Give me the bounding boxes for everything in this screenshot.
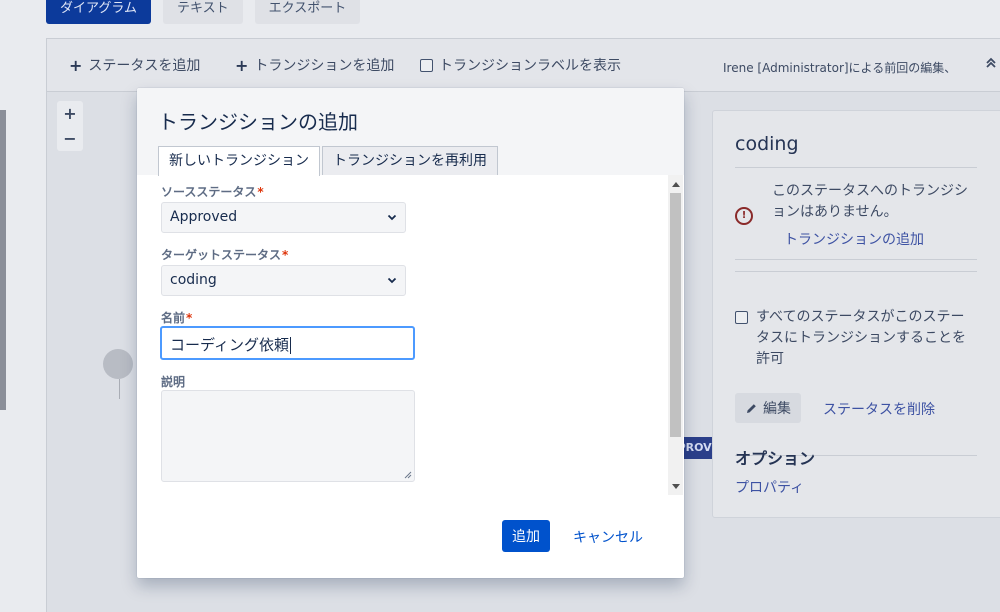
required-asterisk: * — [282, 248, 289, 262]
dialog-scrollbar[interactable] — [668, 175, 683, 495]
chevron-down-icon — [387, 277, 397, 284]
name-input[interactable]: コーディング依頼 — [160, 326, 415, 360]
target-status-value: coding — [170, 272, 217, 288]
chevron-down-icon — [387, 214, 397, 221]
required-asterisk: * — [186, 311, 193, 325]
source-status-value: Approved — [170, 209, 238, 225]
scrollbar-thumb[interactable] — [670, 193, 681, 437]
resize-grip-icon[interactable] — [404, 471, 412, 479]
scroll-down-arrow-icon[interactable] — [672, 484, 680, 489]
tab-new-transition[interactable]: 新しいトランジション — [158, 146, 320, 176]
name-input-value: コーディング依頼 — [170, 334, 291, 355]
dialog-tabs: 新しいトランジション トランジションを再利用 — [158, 146, 498, 176]
name-label-text: 名前 — [161, 311, 186, 325]
add-button[interactable]: 追加 — [502, 520, 550, 552]
add-transition-dialog: トランジションの追加 新しいトランジション トランジションを再利用 ソースステー… — [137, 88, 684, 578]
description-textarea[interactable] — [161, 390, 415, 482]
target-status-label-text: ターゲットステータス — [161, 248, 282, 262]
source-status-label-text: ソースステータス — [161, 185, 257, 199]
dialog-footer: 追加 キャンセル — [137, 495, 684, 578]
name-input-text: コーディング依頼 — [170, 336, 289, 354]
text-caret — [289, 337, 291, 354]
target-status-label: ターゲットステータス* — [161, 246, 288, 263]
cancel-button[interactable]: キャンセル — [573, 527, 643, 547]
description-label: 説明 — [161, 375, 186, 389]
dialog-body: ソースステータス* Approved ターゲットステータス* coding 名前… — [137, 175, 684, 495]
scroll-up-arrow-icon[interactable] — [672, 182, 680, 187]
source-status-label: ソースステータス* — [161, 183, 264, 200]
source-status-select[interactable]: Approved — [161, 202, 406, 233]
tab-reuse-transition[interactable]: トランジションを再利用 — [322, 146, 498, 175]
target-status-select[interactable]: coding — [161, 265, 406, 296]
dialog-title: トランジションの追加 — [158, 110, 358, 134]
dialog-header: トランジションの追加 新しいトランジション トランジションを再利用 — [137, 88, 684, 176]
required-asterisk: * — [257, 185, 264, 199]
name-label: 名前* — [161, 309, 192, 326]
workflow-editor-page: ダイアグラム テキスト エクスポート + ステータスを追加 + トランジションを… — [0, 0, 1000, 612]
